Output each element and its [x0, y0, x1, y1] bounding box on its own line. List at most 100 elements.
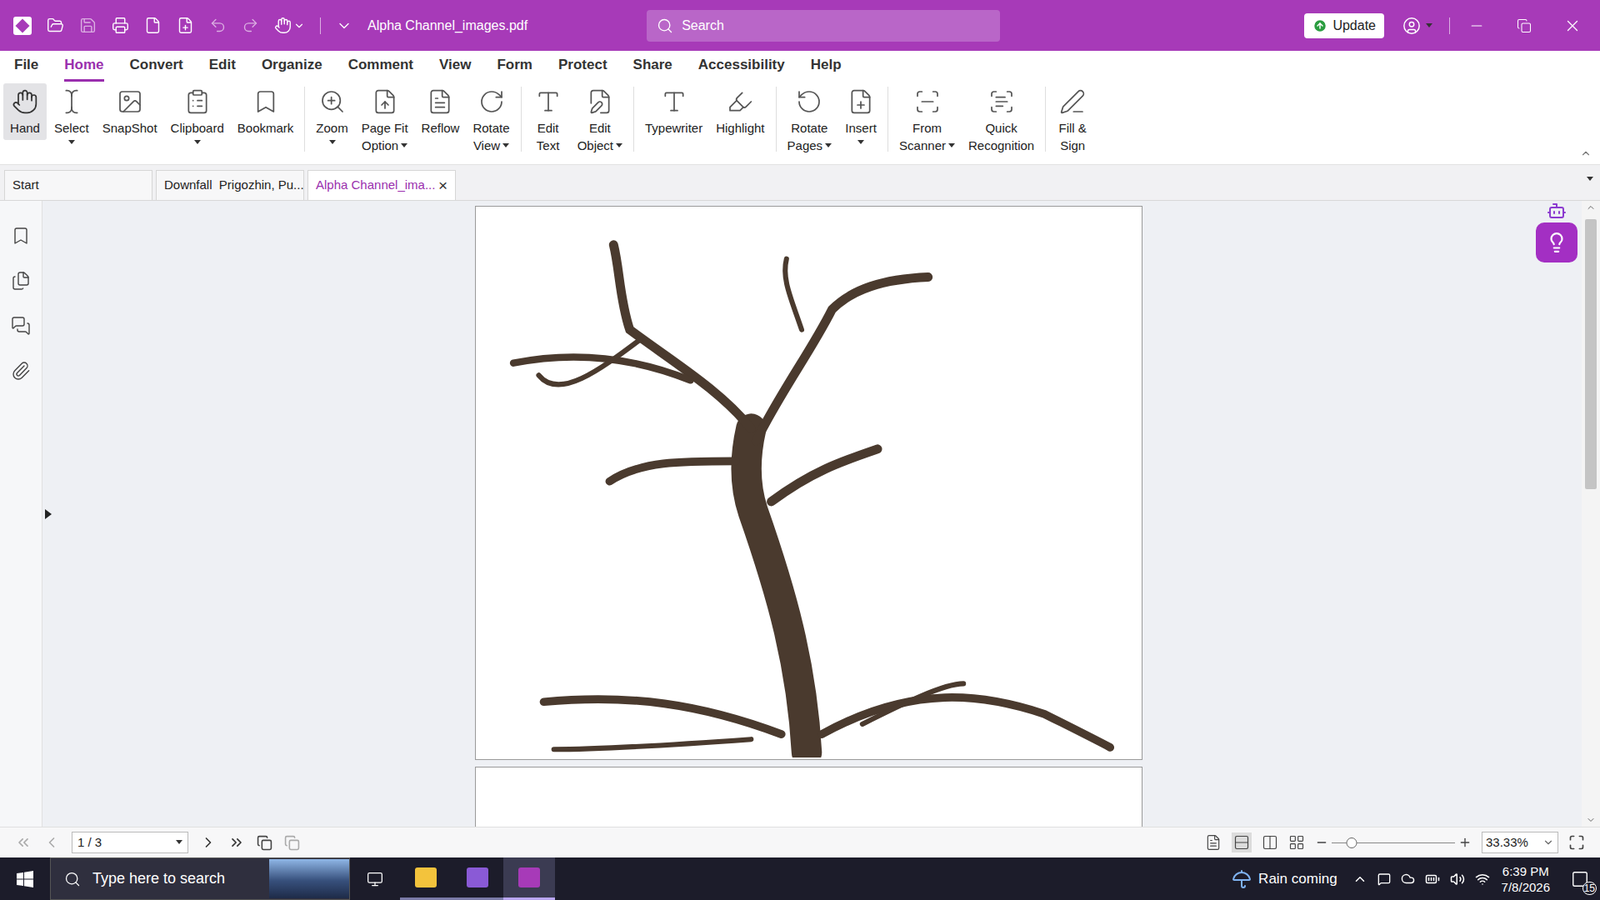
meet-icon[interactable]: [1377, 872, 1391, 886]
ribbon-button[interactable]: Zoom: [310, 83, 354, 152]
next-page-icon[interactable]: [200, 834, 217, 851]
tray-expand-icon[interactable]: [1352, 871, 1368, 887]
menu-tab[interactable]: View: [439, 54, 471, 83]
create-icon[interactable]: [176, 16, 195, 35]
menu-tab[interactable]: Protect: [558, 54, 608, 83]
ribbon-label: Option: [361, 136, 408, 155]
customize-icon[interactable]: [335, 17, 353, 35]
ribbon-button[interactable]: EditObject: [571, 83, 629, 158]
ribbon-button[interactable]: QuickRecognition: [962, 83, 1040, 158]
tab-close[interactable]: ×: [438, 177, 448, 194]
app-logo-icon[interactable]: [13, 16, 32, 35]
volume-icon[interactable]: [1450, 871, 1465, 887]
ribbon-button[interactable]: RotateView: [466, 83, 515, 158]
ribbon-button[interactable]: SnapShot: [96, 83, 164, 140]
scroll-up-icon[interactable]: [1585, 202, 1596, 213]
page-field[interactable]: 1 / 3: [71, 831, 189, 854]
ai-tips-button[interactable]: [1535, 222, 1578, 263]
taskbar-app[interactable]: [400, 857, 452, 900]
menu-tab[interactable]: Form: [496, 54, 533, 83]
collapse-ribbon-icon[interactable]: [1580, 147, 1592, 160]
minimize-icon[interactable]: [1468, 17, 1485, 35]
document-tab[interactable]: Alpha Channel_ima...×: [307, 170, 456, 200]
ribbon-button[interactable]: Insert: [839, 83, 883, 152]
print-icon[interactable]: [111, 16, 130, 35]
ribbon-button[interactable]: Page FitOption: [355, 83, 415, 158]
ribbon-button[interactable]: Select: [48, 83, 95, 152]
ribbon-button[interactable]: Typewriter: [639, 83, 709, 140]
new-file-icon[interactable]: [144, 16, 162, 35]
ribbon-button[interactable]: Fill &Sign: [1050, 83, 1095, 158]
prev-page-icon[interactable]: [43, 834, 60, 851]
continuous-icon[interactable]: [1233, 834, 1250, 851]
dropdown-arrow-icon: [948, 143, 955, 149]
menu-tab[interactable]: Share: [633, 54, 673, 83]
redo-icon[interactable]: [241, 16, 260, 35]
ribbon-button[interactable]: Highlight: [710, 83, 770, 140]
battery-icon[interactable]: [1425, 871, 1440, 887]
taskbar-app[interactable]: [503, 857, 555, 900]
assistant-icon[interactable]: [1546, 200, 1567, 221]
menu-tab[interactable]: Organize: [261, 54, 323, 83]
taskbar-app[interactable]: [451, 857, 504, 900]
scroll-thumb[interactable]: [1585, 219, 1597, 490]
hand-tool-icon[interactable]: [274, 16, 292, 35]
menu-tab[interactable]: Edit: [209, 54, 236, 83]
scrollbar[interactable]: [1581, 200, 1600, 827]
close-window-icon[interactable]: [1563, 16, 1582, 35]
ribbon-button[interactable]: Bookmark: [231, 83, 300, 140]
last-page-icon[interactable]: [228, 834, 245, 851]
ribbon-button[interactable]: RotatePages: [781, 83, 839, 158]
menu-tab[interactable]: File: [14, 54, 39, 83]
save-icon[interactable]: [79, 16, 97, 35]
first-page-icon[interactable]: [15, 834, 32, 851]
start-button[interactable]: [0, 857, 50, 900]
comments-icon[interactable]: [10, 315, 31, 336]
wifi-icon[interactable]: [1475, 871, 1490, 887]
menu-tab[interactable]: Convert: [130, 54, 184, 83]
zoom-slider-knob[interactable]: [1345, 837, 1357, 849]
update-button[interactable]: Update: [1304, 13, 1385, 39]
continuous-facing-icon[interactable]: [1288, 834, 1305, 851]
single-page-icon[interactable]: [1205, 834, 1222, 851]
menu-tab[interactable]: Comment: [348, 54, 414, 83]
facing-icon[interactable]: [1261, 834, 1279, 851]
search-icon: [656, 17, 674, 35]
open-icon[interactable]: [46, 16, 65, 35]
weather-text[interactable]: Rain coming: [1258, 868, 1338, 890]
restore-icon[interactable]: [1516, 18, 1532, 34]
ribbon-button[interactable]: Clipboard: [165, 83, 230, 152]
bookmarks-icon[interactable]: [10, 225, 31, 246]
zoom-slider[interactable]: [1331, 835, 1455, 850]
weather-icon[interactable]: [1231, 869, 1252, 890]
menu-tab[interactable]: Help: [810, 54, 842, 83]
menu-tab[interactable]: Home: [64, 54, 104, 83]
ribbon-button[interactable]: Hand: [3, 83, 47, 140]
attachments-icon[interactable]: [10, 360, 31, 381]
search-box[interactable]: Search: [646, 10, 1000, 42]
document-tab[interactable]: Start: [4, 170, 153, 200]
clock[interactable]: 6:39 PM7/8/2026: [1501, 863, 1550, 895]
scroll-down-icon[interactable]: [1585, 815, 1596, 825]
zoom-in-icon[interactable]: [1458, 835, 1472, 850]
expand-panel-icon[interactable]: [45, 509, 52, 520]
ribbon-group: ZoomPage FitOptionReflowRotateView: [310, 83, 515, 158]
document-tab[interactable]: Downfall Prigozhin, Pu...: [155, 170, 305, 200]
next-view-icon[interactable]: [284, 835, 300, 851]
ribbon-button[interactable]: EditText: [526, 83, 570, 158]
taskbar-search[interactable]: Type here to search: [50, 857, 350, 900]
account-icon[interactable]: [1402, 16, 1421, 35]
undo-icon[interactable]: [209, 16, 227, 35]
menu-tab[interactable]: Accessibility: [698, 54, 785, 83]
zoom-field[interactable]: 33.33%: [1481, 831, 1559, 854]
pages-icon[interactable]: [10, 270, 31, 291]
fullscreen-icon[interactable]: [1568, 834, 1585, 851]
task-view-button[interactable]: [350, 857, 400, 900]
ribbon-button[interactable]: Reflow: [415, 83, 466, 140]
onedrive-icon[interactable]: [1400, 871, 1415, 886]
prev-view-icon[interactable]: [256, 835, 273, 851]
notifications-button[interactable]: 15: [1563, 857, 1597, 900]
zoom-out-icon[interactable]: [1315, 835, 1329, 850]
chevron-icon[interactable]: [293, 20, 305, 32]
ribbon-button[interactable]: FromScanner: [893, 83, 961, 158]
